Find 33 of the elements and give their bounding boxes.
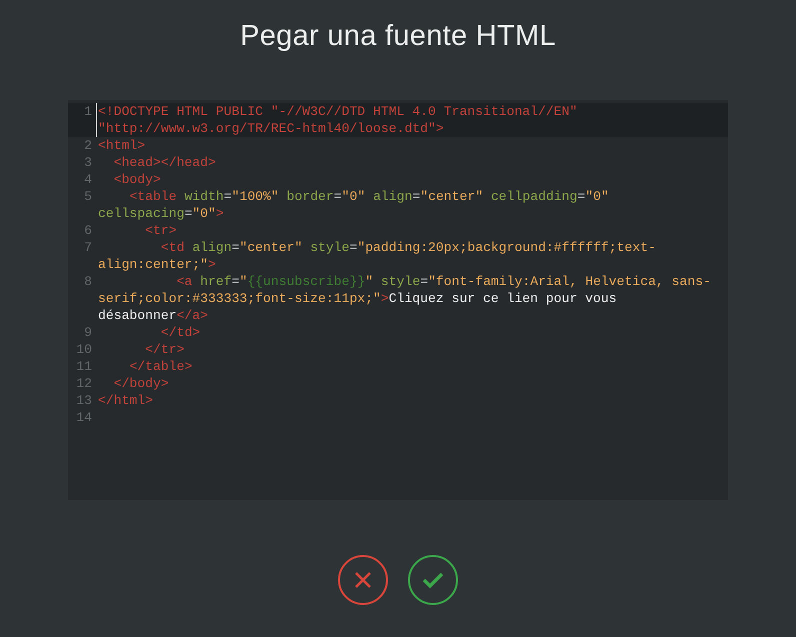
code-line: <table width="100%" border="0" align="center" cellpadding="0" cellspacing="0"> [97,188,610,222]
code-editor[interactable] [68,100,728,500]
code-line: <tr> [144,222,178,239]
line-number: 13 [75,392,93,409]
code-line: </html> [97,392,154,409]
line-number: 14 [75,409,93,426]
line-number: 7 [83,239,93,257]
code-line: </body> [112,375,170,392]
dialog-title: Pegar una fuente HTML [240,20,556,54]
code-line: </td> [160,324,202,341]
code-line: <!DOCTYPE HTML PUBLIC "-//W3C//DTD HTML 4.0 Transitional//EN" "http://www.w3.org/TR/REC-html40/loose.dtd"> [96,103,716,137]
code-line: </tr> [144,341,186,358]
code-line: <html> [97,137,146,154]
cancel-button[interactable] [338,555,388,605]
line-number: 6 [83,222,93,239]
line-number: 1 [83,103,93,121]
line-number: 12 [75,375,93,392]
line-number: 5 [83,188,93,206]
check-icon [422,572,444,588]
line-number: 4 [83,171,93,188]
line-number: 9 [83,324,93,341]
close-icon [354,571,372,589]
confirm-button[interactable] [408,555,458,605]
code-line: <a href="{{unsubscribe}}" style="font-family:Arial, Helvetica, sans-serif;color:#333333;font-size:11px;">Cliquez sur ce lien pour vous désabonner</a> [97,273,712,324]
code-line: <body> [112,171,162,188]
line-number: 2 [83,137,93,154]
code-line: <head></head> [112,154,217,171]
line-number: 8 [83,273,93,291]
code-line: <td align="center" style="padding:20px;background:#ffffff;text-align:center;"> [97,239,657,273]
code-line: </table> [128,358,194,375]
line-number: 10 [75,341,93,358]
line-number: 11 [75,358,93,375]
line-number: 3 [83,154,93,171]
